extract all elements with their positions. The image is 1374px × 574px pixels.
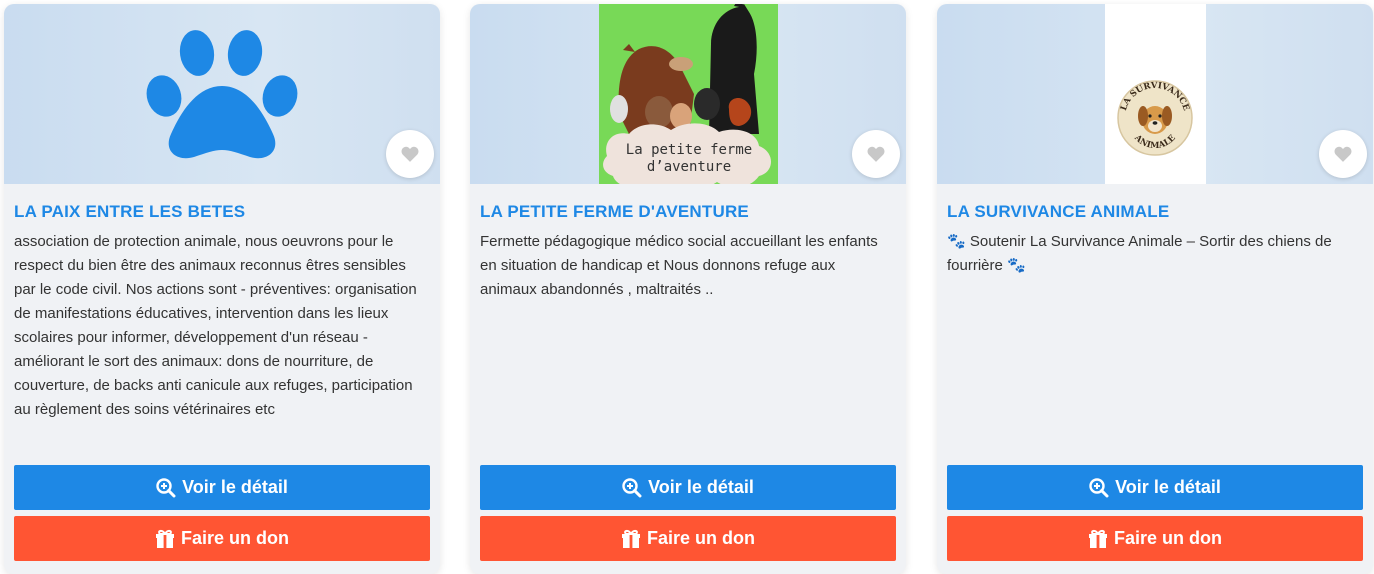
favorite-button[interactable] bbox=[386, 130, 434, 178]
favorite-button[interactable] bbox=[1319, 130, 1367, 178]
farm-animals-illustration: La petite ferme d’aventure bbox=[603, 4, 771, 184]
view-detail-label: Voir le détail bbox=[648, 477, 754, 497]
donate-button[interactable]: Faire un don bbox=[480, 516, 896, 561]
search-plus-icon bbox=[622, 477, 642, 498]
search-plus-icon bbox=[156, 477, 176, 498]
card-description: 🐾 Soutenir La Survivance Animale – Sorti… bbox=[947, 233, 1332, 274]
gift-icon bbox=[155, 529, 175, 549]
heart-icon bbox=[1334, 146, 1352, 162]
card-image[interactable]: LA SURVIVANCE ANIMALE bbox=[937, 4, 1373, 184]
gift-icon bbox=[1088, 529, 1108, 549]
heart-icon bbox=[401, 146, 419, 162]
farm-logo-image: La petite ferme d’aventure bbox=[599, 4, 778, 184]
donate-label: Faire un don bbox=[1114, 528, 1222, 548]
card-title[interactable]: LA SURVIVANCE ANIMALE bbox=[947, 202, 1363, 222]
donate-button[interactable]: Faire un don bbox=[14, 516, 430, 561]
survivance-logo-image: LA SURVIVANCE ANIMALE bbox=[1105, 4, 1206, 184]
view-detail-button[interactable]: Voir le détail bbox=[14, 465, 430, 510]
search-plus-icon bbox=[1089, 477, 1109, 498]
favorite-button[interactable] bbox=[852, 130, 900, 178]
view-detail-label: Voir le détail bbox=[182, 477, 288, 497]
farm-logo-line1: La petite ferme bbox=[626, 142, 752, 158]
card-description: association de protection animale, nous … bbox=[14, 233, 417, 418]
card-title[interactable]: LA PETITE FERME D'AVENTURE bbox=[480, 202, 896, 222]
card-description: Fermette pédagogique médico social accue… bbox=[480, 233, 878, 298]
farm-logo-line2: d’aventure bbox=[647, 159, 731, 175]
association-card: La petite ferme d’aventure LA PETITE FER… bbox=[470, 4, 906, 574]
card-image[interactable]: La petite ferme d’aventure bbox=[470, 4, 906, 184]
view-detail-button[interactable]: Voir le détail bbox=[480, 465, 896, 510]
heart-icon bbox=[867, 146, 885, 162]
association-card: LA PAIX ENTRE LES BETES association de p… bbox=[4, 4, 440, 574]
view-detail-label: Voir le détail bbox=[1115, 477, 1221, 497]
card-title[interactable]: LA PAIX ENTRE LES BETES bbox=[14, 202, 430, 222]
association-card: LA SURVIVANCE ANIMALE LA SURVIVANCE ANIM… bbox=[937, 4, 1373, 574]
gift-icon bbox=[621, 529, 641, 549]
donate-label: Faire un don bbox=[647, 528, 755, 548]
paw-icon bbox=[146, 30, 298, 159]
survivance-logo: LA SURVIVANCE ANIMALE bbox=[1117, 80, 1193, 156]
card-image[interactable] bbox=[4, 4, 440, 184]
donate-button[interactable]: Faire un don bbox=[947, 516, 1363, 561]
donate-label: Faire un don bbox=[181, 528, 289, 548]
view-detail-button[interactable]: Voir le détail bbox=[947, 465, 1363, 510]
